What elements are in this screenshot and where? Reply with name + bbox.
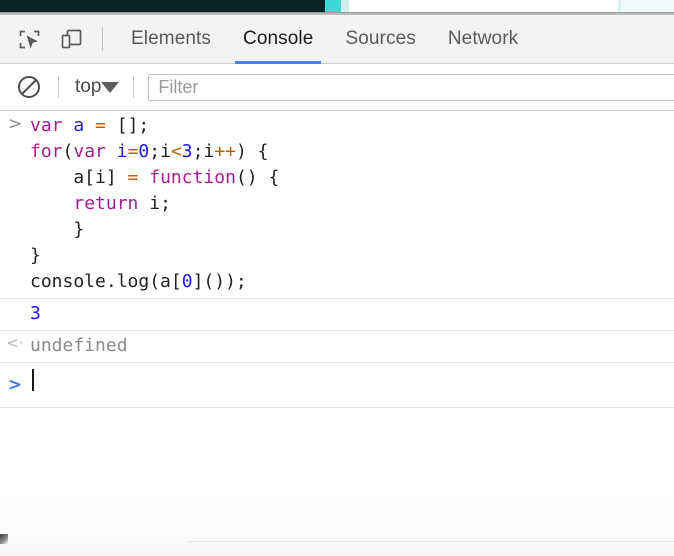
tab-sources[interactable]: Sources [329,15,431,63]
page-strip-white-band [341,0,674,12]
console-result-value: undefined [30,335,128,356]
filter-bar-divider-1 [58,76,59,98]
context-selector[interactable]: top [73,76,101,98]
tab-console-label: Console [243,28,314,49]
tab-network[interactable]: Network [432,15,534,63]
console-log-gutter [0,301,30,304]
context-selector-value: top [75,76,102,97]
input-chevron-icon: > [7,114,23,134]
result-arrow-icon: <· [6,334,24,352]
console-prompt-input[interactable] [30,369,44,399]
filter-bar-divider-2 [133,76,135,98]
tab-network-label: Network [447,28,519,49]
filter-input-placeholder: Filter [158,76,199,97]
console-result-gutter: <· [0,333,30,351]
prompt-chevron-icon: > [7,375,23,395]
tab-console[interactable]: Console [227,15,329,64]
text-cursor [32,369,34,391]
tab-elements-label: Elements [131,28,212,49]
devtools-tab-bar: Elements Console Sources Network [115,15,534,64]
console-input-code: var a = []; for(var i=0;i<3;i++) { a[i] … [30,115,280,292]
console-output[interactable]: > var a = []; for(var i=0;i<3;i++) { a[i… [0,111,674,556]
device-toolbar-icon[interactable] [54,22,88,56]
console-filter-bar: top Filter [0,64,674,111]
console-input-entry[interactable]: > var a = []; for(var i=0;i<3;i++) { a[i… [0,111,674,299]
window-corner-mark [0,534,8,544]
console-bottom-divider [188,541,674,542]
devtools-toolbar: Elements Console Sources Network [0,15,674,64]
filter-level-dropdown[interactable] [101,81,120,93]
inspect-element-icon[interactable] [12,22,46,56]
console-log-entry[interactable]: 3 [0,299,674,331]
toolbar-divider [102,27,103,51]
console-entry-gutter: > [0,113,30,133]
page-strip-dark-band [0,0,325,12]
console-result-entry[interactable]: <· undefined [0,331,674,363]
clear-console-icon[interactable] [14,72,44,102]
page-strip-teal-edge [341,0,349,12]
console-log-value: 3 [30,303,41,324]
tab-elements[interactable]: Elements [115,15,227,63]
page-strip-accent-band [325,0,341,12]
filter-input[interactable]: Filter [148,73,674,101]
page-content-strip [0,0,674,12]
tab-sources-label: Sources [345,28,416,49]
devtools-panel: Elements Console Sources Network top Fil… [0,0,674,556]
console-prompt-gutter: > [0,374,30,394]
page-strip-arc-decoration [618,0,674,12]
console-bottom-fade [0,490,674,556]
caret-down-icon [101,81,120,93]
console-prompt-row[interactable]: > [0,363,674,408]
